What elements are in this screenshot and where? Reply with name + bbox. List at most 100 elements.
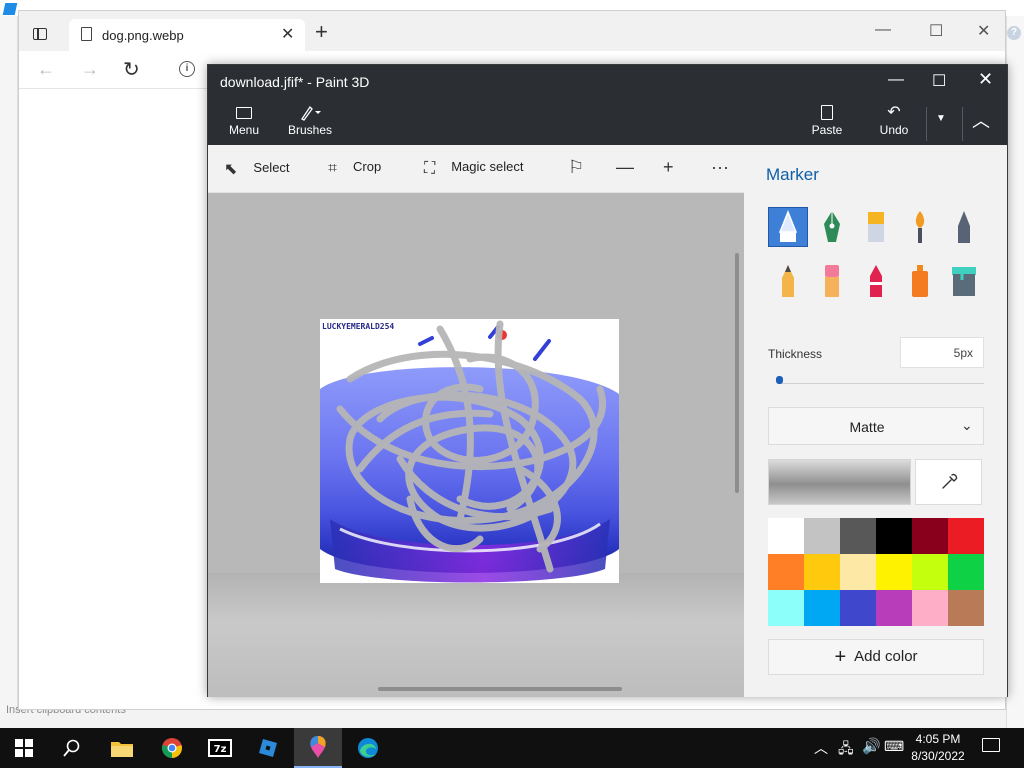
roblox-studio-icon[interactable] (244, 728, 292, 768)
file-explorer-icon[interactable] (98, 728, 146, 768)
horizontal-scrollbar[interactable] (378, 687, 622, 691)
maximize-button[interactable]: ☐ (929, 21, 943, 41)
ribbon-more-dropdown[interactable]: ▼ (936, 113, 946, 124)
tab-close-icon[interactable]: ✕ (281, 24, 294, 44)
crop-tool[interactable]: ⌗ Crop (328, 159, 381, 178)
zoom-out-button[interactable]: — (616, 157, 634, 178)
color-swatch[interactable] (876, 554, 912, 590)
brush-marker[interactable] (768, 207, 808, 247)
color-swatch[interactable] (912, 518, 948, 554)
paste-label: Paste (811, 123, 843, 137)
edge-icon[interactable] (344, 728, 392, 768)
notification-icon[interactable] (982, 738, 1000, 752)
search-icon[interactable] (48, 728, 96, 768)
color-swatch[interactable] (912, 590, 948, 626)
plus-icon: + (834, 646, 847, 668)
brush-pixel-pen[interactable] (944, 207, 984, 247)
ribbon-divider (926, 107, 927, 141)
new-tab-button[interactable]: + (315, 21, 328, 43)
network-icon[interactable]: 🖧 (838, 738, 854, 762)
back-arrow-icon[interactable]: ← (37, 59, 55, 80)
tab-actions-icon[interactable] (33, 28, 47, 40)
thickness-slider-track[interactable] (778, 383, 984, 384)
close-button[interactable]: ✕ (977, 21, 990, 41)
refresh-icon[interactable]: ↻ (123, 57, 140, 82)
brush-icon (286, 103, 334, 123)
magic-select-tool[interactable]: ⛶ Magic select (424, 159, 523, 178)
current-color-preview[interactable] (768, 459, 911, 505)
color-swatch[interactable] (768, 554, 804, 590)
menu-button[interactable]: Menu (226, 103, 262, 137)
brush-eraser[interactable] (812, 261, 852, 301)
keyboard-icon[interactable]: ⌨ (884, 738, 904, 755)
color-swatch[interactable] (804, 590, 840, 626)
clipboard-icon (810, 103, 844, 123)
volume-icon[interactable]: 🔊 (862, 737, 881, 755)
question-mark-icon[interactable]: ? (1007, 26, 1021, 40)
collapse-ribbon-icon[interactable]: ︿ (972, 107, 990, 133)
brush-watercolor[interactable] (900, 207, 940, 247)
chrome-icon[interactable] (148, 728, 196, 768)
more-options-button[interactable]: ··· (711, 157, 729, 178)
brush-fill[interactable] (944, 261, 984, 301)
tab-title: dog.png.webp (102, 28, 184, 43)
browser-tab[interactable]: dog.png.webp ✕ (69, 19, 305, 51)
undo-button[interactable]: ↶ Undo (876, 103, 912, 137)
info-icon[interactable]: i (179, 61, 195, 77)
thickness-input[interactable]: 5px (900, 337, 984, 368)
zoom-in-button[interactable]: + (663, 157, 674, 178)
color-swatch[interactable] (768, 590, 804, 626)
maximize-button[interactable]: ☐ (932, 71, 946, 91)
color-swatch[interactable] (804, 554, 840, 590)
color-swatch[interactable] (840, 554, 876, 590)
clock-time[interactable]: 4:05 PM (906, 732, 970, 746)
background-right-panel (1006, 16, 1024, 728)
canvas-image[interactable]: LUCKYEMERALD254 (320, 319, 619, 583)
show-hidden-icons-chevron[interactable]: ︿ (814, 738, 828, 758)
windows-start-icon[interactable] (0, 728, 48, 768)
color-swatch[interactable] (948, 590, 984, 626)
paint3d-icon[interactable] (294, 728, 342, 768)
minimize-button[interactable]: — (888, 71, 904, 89)
brush-calligraphy-pen[interactable] (812, 207, 852, 247)
brush-spray-can[interactable] (900, 261, 940, 301)
studio-app-icon (2, 3, 18, 15)
7zip-icon[interactable]: 7z (196, 728, 244, 768)
magic-select-icon: ⛶ (424, 160, 436, 177)
brush-crayon[interactable] (856, 261, 896, 301)
color-swatch[interactable] (768, 518, 804, 554)
brushes-label: Brushes (287, 123, 333, 137)
color-swatch[interactable] (948, 554, 984, 590)
minimize-button[interactable]: — (875, 21, 891, 39)
brush-pencil[interactable] (768, 261, 808, 301)
forward-arrow-icon[interactable]: → (81, 59, 99, 80)
clock-date[interactable]: 8/30/2022 (906, 749, 970, 763)
image-watermark: LUCKYEMERALD254 (322, 322, 394, 331)
panel-title: Marker (766, 165, 819, 184)
color-swatch[interactable] (948, 518, 984, 554)
add-color-button[interactable]: + Add color (768, 639, 984, 675)
add-color-label: Add color (854, 648, 918, 665)
brush-oil-brush[interactable] (856, 207, 896, 247)
canvas-area[interactable]: LUCKYEMERALD254 (208, 193, 744, 697)
color-swatch[interactable] (804, 518, 840, 554)
color-swatch[interactable] (876, 518, 912, 554)
menu-label: Menu (228, 123, 260, 137)
close-button[interactable]: ✕ (978, 69, 993, 90)
color-swatch[interactable] (876, 590, 912, 626)
flag-icon[interactable]: ⚐ (568, 157, 584, 178)
color-swatch[interactable] (840, 518, 876, 554)
color-swatch[interactable] (840, 590, 876, 626)
vertical-scrollbar[interactable] (735, 253, 739, 493)
color-swatch[interactable] (912, 554, 948, 590)
canvas-drawing: LUCKYEMERALD254 (320, 319, 619, 583)
chevron-down-icon: ⌄ (961, 417, 973, 433)
eyedropper-icon[interactable] (915, 459, 982, 505)
select-tool[interactable]: ⬉ Select (224, 159, 290, 179)
paint-titlebar: download.jfif* - Paint 3D — ☐ ✕ (208, 65, 1007, 101)
finish-dropdown[interactable]: Matte ⌄ (768, 407, 984, 445)
paste-button[interactable]: Paste (810, 103, 844, 137)
brushes-button[interactable]: Brushes (286, 103, 334, 137)
brush-side-panel: Marker Thickness 5px Matte ⌄ + Add color (744, 145, 1007, 697)
thickness-slider-thumb[interactable] (776, 376, 783, 384)
